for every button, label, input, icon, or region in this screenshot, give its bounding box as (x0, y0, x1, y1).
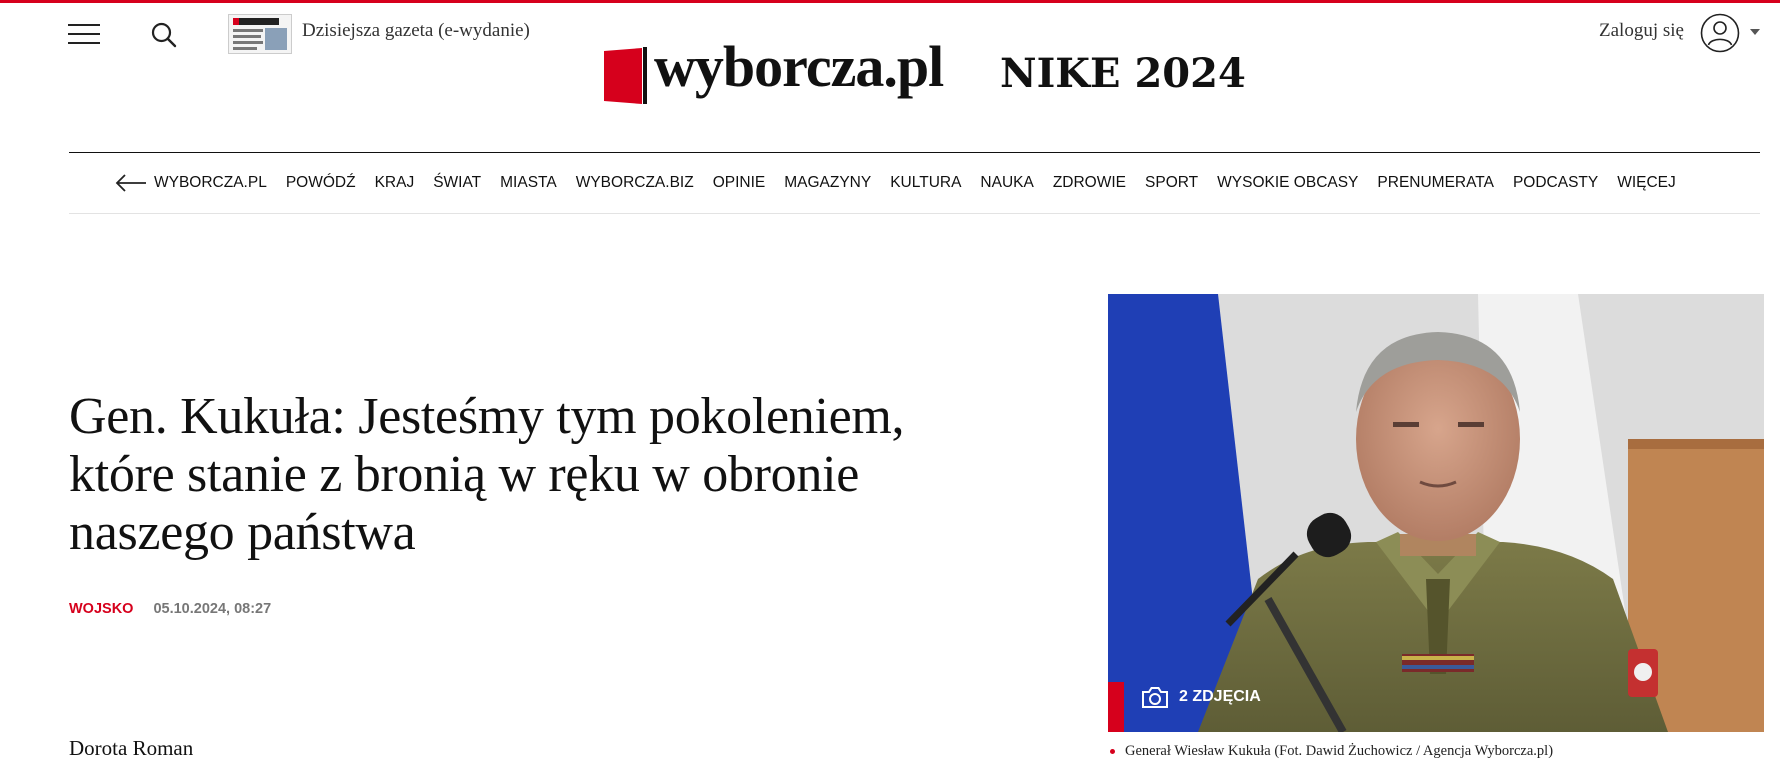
nav-bottom-divider (69, 213, 1760, 214)
top-accent-bar (0, 0, 1780, 3)
nav-item-sport[interactable]: SPORT (1145, 174, 1198, 192)
nav-item-kultura[interactable]: KULTURA (890, 174, 961, 192)
nav-item-kraj[interactable]: KRAJ (375, 174, 415, 192)
camera-icon (1142, 687, 1168, 708)
arrow-left-icon[interactable] (115, 174, 147, 192)
article-photo-image (1108, 294, 1764, 732)
gallery-button[interactable]: 2 ZDJĘCIA (1141, 682, 1261, 712)
newspaper-thumbnail[interactable] (228, 14, 292, 54)
article-headline: Gen. Kukuła: Jesteśmy tym pokoleniem, kt… (69, 388, 905, 561)
nav-item-powodz[interactable]: POWÓDŹ (286, 174, 356, 192)
user-icon[interactable] (1700, 13, 1740, 53)
nav-item-prenumerata[interactable]: PRENUMERATA (1377, 174, 1494, 192)
article-meta: WOJSKO 05.10.2024, 08:27 (69, 601, 271, 617)
nav-item-miasta[interactable]: MIASTA (500, 174, 557, 192)
photo-caption: Generał Wiesław Kukuła (Fot. Dawid Żucho… (1110, 743, 1553, 760)
nav-item-opinie[interactable]: OPINIE (713, 174, 766, 192)
nav-item-podcasty[interactable]: PODCASTY (1513, 174, 1598, 192)
category-link[interactable]: WOJSKO (69, 601, 133, 617)
nav-item-wiecej[interactable]: WIĘCEJ (1617, 174, 1676, 192)
nav-item-wysokie-obcasy[interactable]: WYSOKIE OBCASY (1217, 174, 1358, 192)
login-link[interactable]: Zaloguj się (1599, 20, 1684, 42)
nav-item-zdrowie[interactable]: ZDROWIE (1053, 174, 1126, 192)
gallery-badge-accent (1108, 682, 1124, 732)
logo-mark-icon[interactable] (604, 47, 648, 104)
campaign-title[interactable]: NIKE 2024 (1000, 54, 1246, 94)
site-logo[interactable]: wyborcza.pl (654, 38, 944, 96)
nav-item-magazyny[interactable]: MAGAZYNY (784, 174, 871, 192)
author-name[interactable]: Dorota Roman (69, 736, 193, 761)
article-photo[interactable] (1108, 294, 1764, 732)
caption-text: Generał Wiesław Kukuła (Fot. Dawid Żucho… (1125, 743, 1554, 759)
publish-date: 05.10.2024, 08:27 (153, 601, 272, 617)
e-edition-link[interactable]: Dzisiejsza gazeta (e-wydanie) (302, 20, 530, 42)
caption-bullet (1110, 749, 1115, 754)
nav-item-swiat[interactable]: ŚWIAT (433, 174, 481, 192)
nav-item-wyborcza[interactable]: WYBORCZA.PL (154, 174, 267, 192)
hamburger-icon[interactable] (68, 22, 100, 46)
search-icon[interactable] (150, 21, 178, 49)
nav-top-divider (69, 152, 1760, 153)
main-navigation: WYBORCZA.PL POWÓDŹ KRAJ ŚWIAT MIASTA WYB… (115, 170, 1695, 196)
chevron-down-icon[interactable] (1750, 29, 1760, 35)
nav-item-wyborcza-biz[interactable]: WYBORCZA.BIZ (576, 174, 694, 192)
nav-item-nauka[interactable]: NAUKA (980, 174, 1033, 192)
gallery-count-label: 2 ZDJĘCIA (1179, 688, 1261, 705)
